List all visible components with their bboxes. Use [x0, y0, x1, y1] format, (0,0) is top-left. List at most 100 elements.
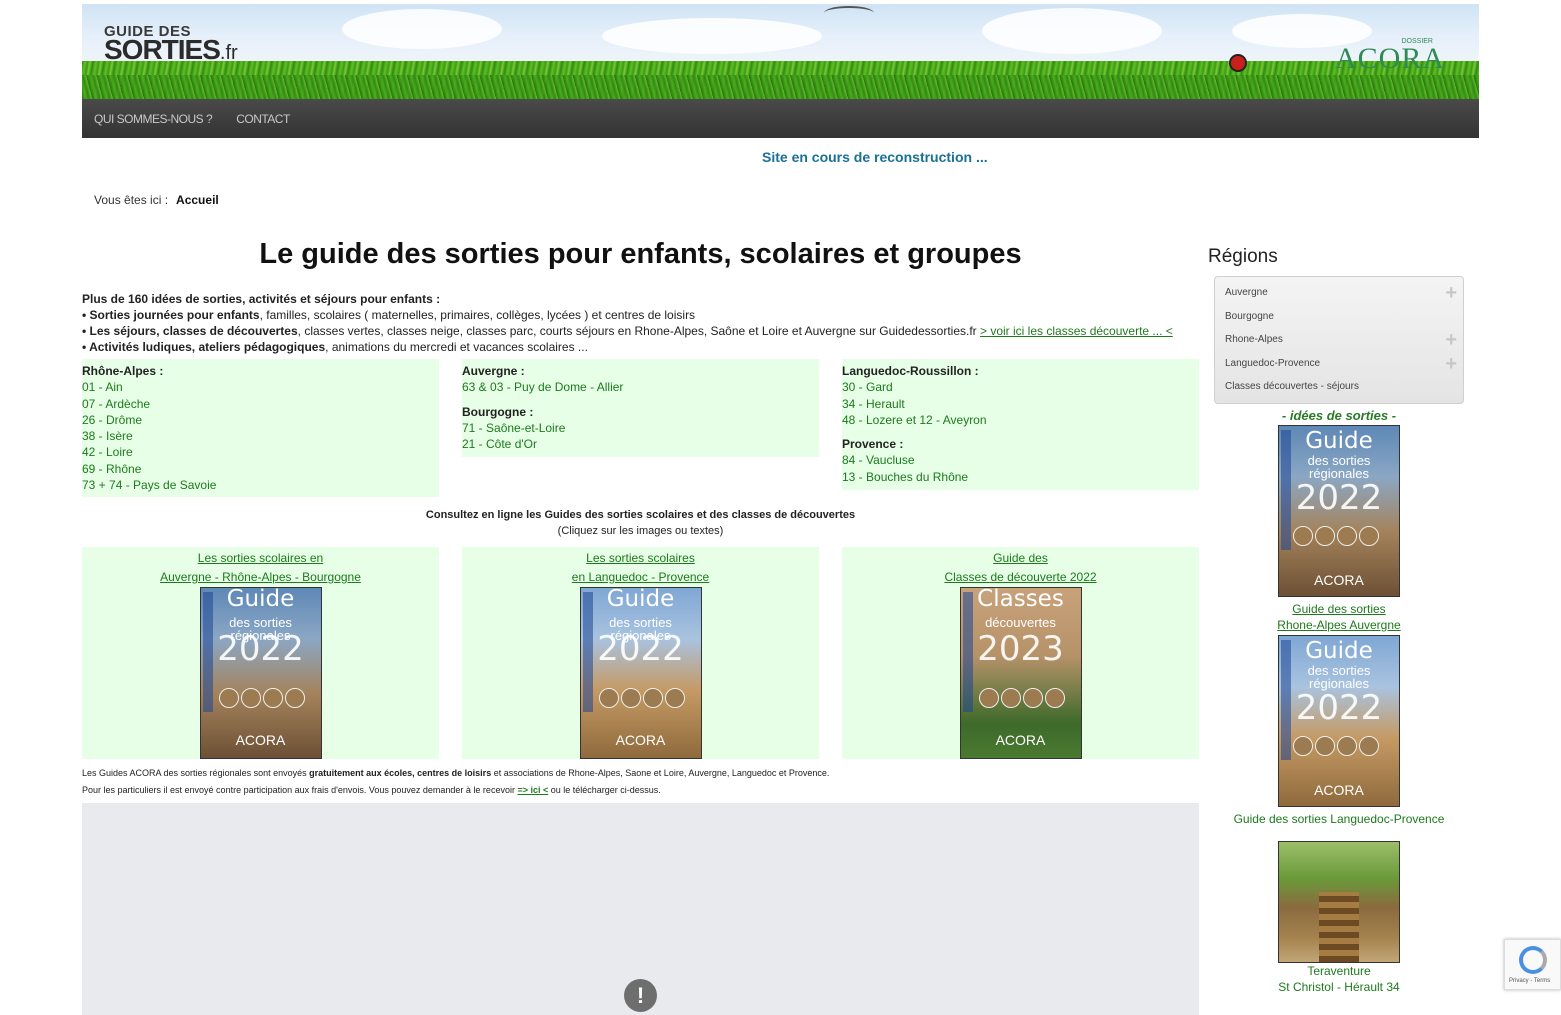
region-panel-languedoc-provence: Languedoc-Roussillon : 30 - Gard 34 - He… — [842, 359, 1199, 490]
main-content: Le guide des sorties pour enfants, scola… — [82, 238, 1199, 1015]
region-link[interactable]: 26 - Drôme — [82, 412, 439, 428]
guide-link-line1[interactable]: Les sorties scolaires en — [198, 551, 323, 565]
menu-item-label: Classes découvertes - séjours — [1225, 381, 1359, 392]
header-banner: GUIDE DES SORTIES.fr DOSSIER ACORA — [82, 4, 1479, 99]
alert-icon: ! — [624, 979, 657, 1012]
menu-item-bourgogne[interactable]: Bourgogne — [1215, 305, 1463, 329]
logo-suffix: .fr — [219, 42, 238, 64]
cover-title: Guide — [1305, 637, 1373, 664]
sidebar-title: Régions — [1208, 246, 1278, 267]
menu-item-label: Languedoc-Provence — [1225, 357, 1321, 369]
teraventure-photo[interactable] — [1278, 840, 1400, 963]
region-link[interactable]: 48 - Lozere et 12 - Aveyron — [842, 412, 1199, 428]
region-title-auvergne: Auvergne : — [462, 364, 525, 378]
region-panel-auvergne-bourgogne: Auvergne : 63 & 03 - Puy de Dome - Allie… — [462, 359, 819, 457]
guide-cover-image[interactable]: Classes découvertes 2023 ACORA — [959, 587, 1082, 759]
cover-year: 2022 — [597, 629, 684, 669]
sidebar-link-teraventure-location[interactable]: St Christol - Hérault 34 — [1208, 979, 1470, 995]
sidebar-link-teraventure[interactable]: Teraventure — [1208, 963, 1470, 979]
sidebar-link-rhone-alpes-2[interactable]: Rhone-Alpes Auvergne — [1277, 618, 1400, 632]
region-link[interactable]: 84 - Vaucluse — [842, 452, 1199, 468]
recaptcha-terms[interactable]: Privacy - Terms — [1509, 978, 1550, 984]
regions-menu: Auvergne + Bourgogne Rhone-Alpes + Langued… — [1214, 276, 1464, 404]
ladybug-icon — [1229, 54, 1247, 72]
nav-item-contact[interactable]: CONTACT — [236, 112, 290, 126]
guide-link-line1[interactable]: Les sorties scolaires — [586, 551, 695, 565]
region-title-provence: Provence : — [842, 437, 904, 452]
sidebar: Régions Auvergne + Bourgogne Rhone-Alpes +… — [1208, 246, 1470, 995]
nav-item-about[interactable]: QUI SOMMES-NOUS ? — [94, 112, 213, 126]
intro-line3-rest: , animations du mercredi et vacances sco… — [325, 340, 588, 354]
cover-title: Guide — [1305, 427, 1373, 454]
region-link[interactable]: 01 - Ain — [82, 379, 439, 395]
site-logo[interactable]: SORTIES.fr — [104, 34, 238, 66]
menu-item-languedoc-provence[interactable]: Languedoc-Provence + — [1215, 352, 1463, 376]
sidebar-link-languedoc[interactable]: Guide des sorties Languedoc-Provence — [1208, 811, 1470, 827]
acora-logo[interactable]: ACORA — [1335, 42, 1445, 76]
guide-panel-classes: Guide des Classes de découverte 2022 Cla… — [842, 547, 1199, 759]
region-link[interactable]: 13 - Bouches du Rhône — [842, 469, 1199, 485]
embedded-video-placeholder[interactable]: ! — [82, 803, 1199, 1015]
main-nav: QUI SOMMES-NOUS ? CONTACT — [82, 99, 1479, 138]
guides-row: Les sorties scolaires en Auvergne - Rhôn… — [82, 547, 1199, 759]
bird-icon — [824, 6, 874, 20]
region-link[interactable]: 34 - Herault — [842, 396, 1199, 412]
guide-link-line2[interactable]: Classes de découverte 2022 — [944, 570, 1096, 584]
region-link[interactable]: 38 - Isère — [82, 428, 439, 444]
cover-title: Classes — [977, 587, 1064, 612]
cover-year: 2022 — [1295, 687, 1383, 728]
region-link[interactable]: 73 + 74 - Pays de Savoie — [82, 477, 439, 493]
menu-item-label: Rhone-Alpes — [1225, 334, 1283, 345]
regions-grid: Rhône-Alpes : 01 - Ain 07 - Ardèche 26 -… — [82, 359, 1199, 501]
expand-plus-icon[interactable]: + — [1445, 354, 1457, 374]
guide-cover-image[interactable]: Guide des sorties régionales 2022 ACORA — [579, 587, 702, 759]
cover-title: Guide — [226, 587, 295, 612]
intro-line1-rest: , familles, scolaires ( maternelles, pri… — [259, 308, 696, 322]
region-link[interactable]: 30 - Gard — [842, 379, 1199, 395]
reconstruction-notice: Site en cours de reconstruction ... — [762, 149, 988, 165]
guide-link-line2[interactable]: en Languedoc - Provence — [572, 570, 709, 584]
expand-plus-icon[interactable]: + — [1445, 283, 1457, 303]
guides-footer-text: Les Guides ACORA des sorties régionales … — [82, 765, 1199, 799]
region-link[interactable]: 07 - Ardèche — [82, 396, 439, 412]
region-link[interactable]: 63 & 03 - Puy de Dome - Allier — [462, 379, 819, 395]
cover-brand: ACORA — [995, 732, 1046, 748]
footer-p2a: Pour les particuliers il est envoyé cont… — [82, 785, 518, 795]
classes-decouverte-link[interactable]: > voir ici les classes découverte ... < — [980, 324, 1173, 338]
consult-line2: (Cliquez sur les images ou textes) — [557, 525, 724, 537]
logo-main-text: SORTIES — [104, 34, 221, 65]
sidebar-link-rhone-alpes-1[interactable]: Guide des sorties — [1292, 602, 1385, 616]
breadcrumb-current: Accueil — [176, 193, 219, 207]
guide-cover-image[interactable]: Guide des sorties régionales 2022 ACORA — [199, 587, 322, 759]
sidebar-guide-cover-rhone-alpes[interactable]: Guide des sorties régionales 2022 ACORA — [1278, 424, 1400, 597]
recaptcha-badge[interactable]: Privacy - Terms — [1504, 939, 1561, 990]
menu-item-auvergne[interactable]: Auvergne + — [1215, 281, 1463, 305]
menu-item-rhone-alpes[interactable]: Rhone-Alpes + — [1215, 328, 1463, 352]
guide-link-line2[interactable]: Auvergne - Rhône-Alpes - Bourgogne — [160, 570, 361, 584]
intro-headline: Plus de 160 idées de sorties, activités … — [82, 292, 441, 306]
intro-line2-bold: • Les séjours, classes de découvertes — [82, 324, 298, 338]
region-link[interactable]: 71 - Saône-et-Loire — [462, 420, 819, 436]
cover-subtitle: découvertes — [985, 615, 1056, 630]
page-title: Le guide des sorties pour enfants, scola… — [259, 238, 1022, 270]
cover-brand: ACORA — [235, 732, 286, 748]
menu-item-classes-decouvertes[interactable]: Classes découvertes - séjours — [1215, 375, 1463, 399]
region-link[interactable]: 21 - Côte d'Or — [462, 436, 819, 452]
request-guide-link[interactable]: => ici < — [517, 785, 548, 795]
cover-brand: ACORA — [1314, 781, 1364, 798]
menu-item-label: Auvergne — [1225, 287, 1268, 298]
cover-subtitle: des sorties régionales — [1307, 452, 1371, 481]
cover-year: 2022 — [1295, 477, 1383, 518]
cover-brand: ACORA — [1314, 571, 1364, 588]
intro-line1-bold: • Sorties journées pour enfants — [82, 308, 260, 322]
cover-title: Guide — [606, 587, 675, 612]
breadcrumb-label: Vous êtes ici : — [94, 193, 169, 207]
expand-plus-icon[interactable]: + — [1445, 330, 1457, 350]
sidebar-guide-cover-languedoc[interactable]: Guide des sorties régionales 2022 ACORA — [1278, 634, 1400, 807]
cover-year: 2023 — [977, 629, 1064, 669]
guide-link-line1[interactable]: Guide des — [993, 551, 1048, 565]
region-link[interactable]: 42 - Loire — [82, 444, 439, 460]
guide-panel-languedoc: Les sorties scolaires en Languedoc - Pro… — [462, 547, 819, 759]
region-link[interactable]: 69 - Rhône — [82, 461, 439, 477]
intro-line2-rest: , classes vertes, classes neige, classes… — [297, 324, 980, 338]
